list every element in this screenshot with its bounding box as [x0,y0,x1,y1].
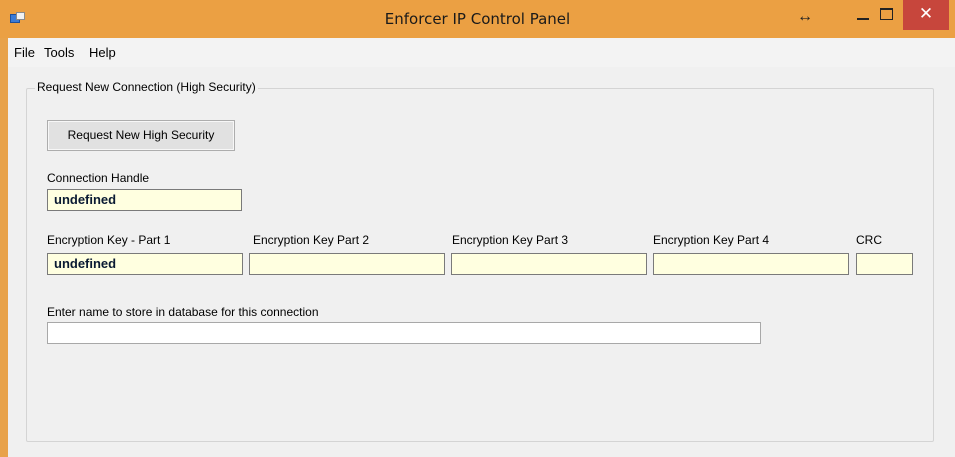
crc-field[interactable] [856,253,913,275]
key-part3-field[interactable] [451,253,647,275]
db-name-input[interactable] [47,322,761,344]
crc-label: CRC [856,233,882,247]
key-part2-field[interactable] [249,253,445,275]
connection-handle-label: Connection Handle [47,171,150,185]
menu-help[interactable]: Help [89,45,116,60]
maximize-button[interactable] [873,0,903,30]
key-part4-label: Encryption Key Part 4 [653,233,770,247]
close-button[interactable]: ✕ [903,0,949,30]
menu-tools[interactable]: Tools [44,45,74,60]
key-part3-label: Encryption Key Part 3 [452,233,569,247]
db-name-label: Enter name to store in database for this… [47,305,319,319]
menu-bar: File Tools Help [8,38,955,67]
resize-arrows-icon[interactable]: ↔ [797,8,813,26]
group-label: Request New Connection (High Security) [35,80,258,94]
menu-file[interactable]: File [14,45,35,60]
request-high-security-button[interactable]: Request New High Security [47,120,235,151]
title-bar: Enforcer IP Control Panel ↔ ✕ [0,0,955,38]
key-part2-label: Encryption Key Part 2 [253,233,370,247]
key-part1-field[interactable]: undefined [47,253,243,275]
maximize-icon [880,8,893,20]
minimize-icon [857,18,869,20]
key-part1-label: Encryption Key - Part 1 [47,233,171,247]
client-area: Request New Connection (High Security) R… [8,67,955,457]
key-part4-field[interactable] [653,253,849,275]
connection-handle-field[interactable]: undefined [47,189,242,211]
